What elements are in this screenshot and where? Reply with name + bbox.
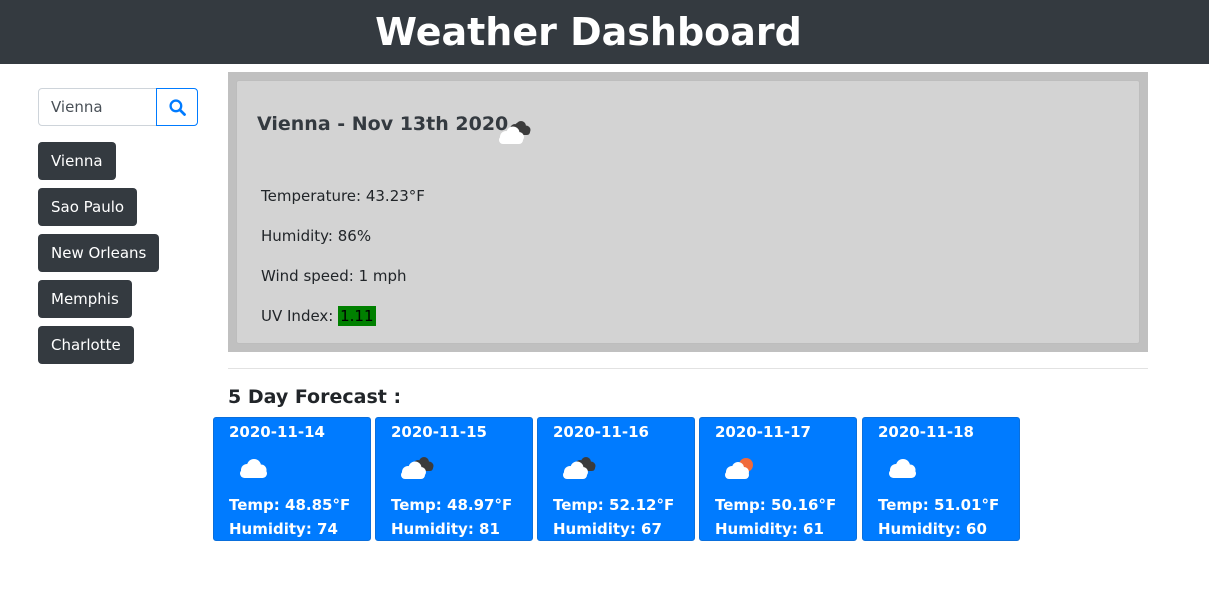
history-city-button[interactable]: Charlotte bbox=[38, 326, 134, 364]
search-icon bbox=[168, 98, 186, 116]
uv-index-label: UV Index: bbox=[261, 307, 339, 325]
forecast-temp: Temp: 48.97°F bbox=[391, 496, 513, 514]
forecast-humidity: Humidity: 81 bbox=[391, 520, 500, 538]
search-bar bbox=[38, 88, 198, 126]
current-wind-speed: Wind speed: 1 mph bbox=[261, 267, 407, 285]
current-city-title: Vienna - Nov 13th 2020 - bbox=[257, 113, 523, 135]
history-city-button[interactable]: New Orleans bbox=[38, 234, 160, 272]
few-clouds-icon bbox=[889, 459, 916, 478]
forecast-humidity: Humidity: 74 bbox=[229, 520, 338, 538]
forecast-temp: Temp: 50.16°F bbox=[715, 496, 837, 514]
broken-clouds-icon bbox=[563, 457, 596, 479]
forecast-humidity: Humidity: 67 bbox=[553, 520, 662, 538]
forecast-card: 2020-11-14 Temp: 48.85°F Humidity: 74 bbox=[213, 417, 371, 541]
history-city-button[interactable]: Sao Paulo bbox=[38, 188, 138, 226]
forecast-temp: Temp: 52.12°F bbox=[553, 496, 675, 514]
partly-cloudy-sun-icon bbox=[725, 458, 753, 479]
forecast-humidity: Humidity: 60 bbox=[878, 520, 987, 538]
forecast-heading: 5 Day Forecast : bbox=[228, 386, 402, 408]
search-input[interactable] bbox=[38, 88, 157, 126]
forecast-humidity: Humidity: 61 bbox=[715, 520, 824, 538]
forecast-date: 2020-11-16 bbox=[553, 423, 649, 441]
broken-clouds-icon bbox=[499, 121, 531, 144]
forecast-card: 2020-11-17 Temp: 50.16°F Humidity: 61 bbox=[699, 417, 857, 541]
forecast-date: 2020-11-15 bbox=[391, 423, 487, 441]
section-divider bbox=[228, 368, 1148, 369]
app-header: Weather Dashboard bbox=[0, 0, 1209, 64]
forecast-card: 2020-11-15 Temp: 48.97°F Humidity: 81 bbox=[375, 417, 533, 541]
current-humidity: Humidity: 86% bbox=[261, 227, 372, 245]
uv-index-badge: 1.11 bbox=[338, 306, 376, 326]
forecast-date: 2020-11-14 bbox=[229, 423, 325, 441]
current-weather-panel: Vienna - Nov 13th 2020 - Temperature: 43… bbox=[228, 72, 1148, 352]
forecast-card: 2020-11-16 Temp: 52.12°F Humidity: 67 bbox=[537, 417, 695, 541]
current-uv-index: UV Index: 1.11 bbox=[261, 306, 376, 326]
forecast-temp: Temp: 48.85°F bbox=[229, 496, 351, 514]
forecast-date: 2020-11-17 bbox=[715, 423, 811, 441]
search-button[interactable] bbox=[156, 88, 198, 126]
current-temperature: Temperature: 43.23°F bbox=[261, 187, 425, 205]
broken-clouds-icon bbox=[401, 457, 434, 479]
forecast-temp: Temp: 51.01°F bbox=[878, 496, 1000, 514]
forecast-date: 2020-11-18 bbox=[878, 423, 974, 441]
forecast-card: 2020-11-18 Temp: 51.01°F Humidity: 60 bbox=[862, 417, 1020, 541]
page-title: Weather Dashboard bbox=[375, 10, 802, 54]
history-city-button[interactable]: Memphis bbox=[38, 280, 132, 318]
few-clouds-icon bbox=[240, 459, 267, 478]
current-weather-card: Vienna - Nov 13th 2020 - Temperature: 43… bbox=[236, 80, 1140, 344]
history-city-button[interactable]: Vienna bbox=[38, 142, 116, 180]
